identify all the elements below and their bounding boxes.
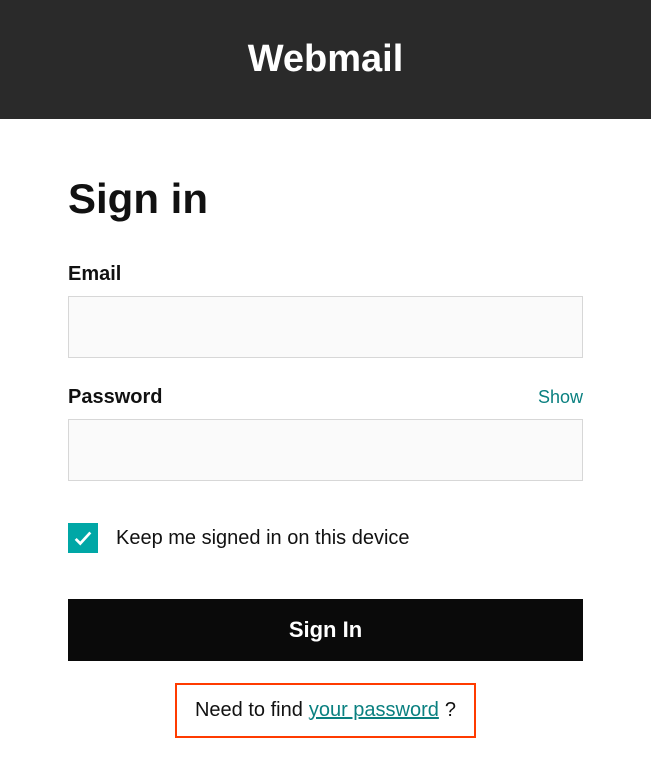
find-password-link[interactable]: your password [309,699,439,722]
keep-signed-checkbox[interactable] [68,523,98,553]
signin-form: Sign in Email Password Show Keep me sign… [0,119,651,738]
email-label: Email [68,263,583,286]
password-help-callout: Need to find your password ? [175,683,476,738]
help-suffix: ? [445,699,456,722]
keep-signed-label: Keep me signed in on this device [116,527,410,550]
password-label: Password [68,386,162,409]
app-title: Webmail [248,38,404,80]
show-password-toggle[interactable]: Show [538,387,583,408]
signin-heading: Sign in [68,175,583,223]
check-icon [72,527,94,549]
email-input[interactable] [68,296,583,358]
app-header: Webmail [0,0,651,119]
help-prefix: Need to find [195,699,303,722]
password-input[interactable] [68,419,583,481]
signin-button[interactable]: Sign In [68,599,583,661]
